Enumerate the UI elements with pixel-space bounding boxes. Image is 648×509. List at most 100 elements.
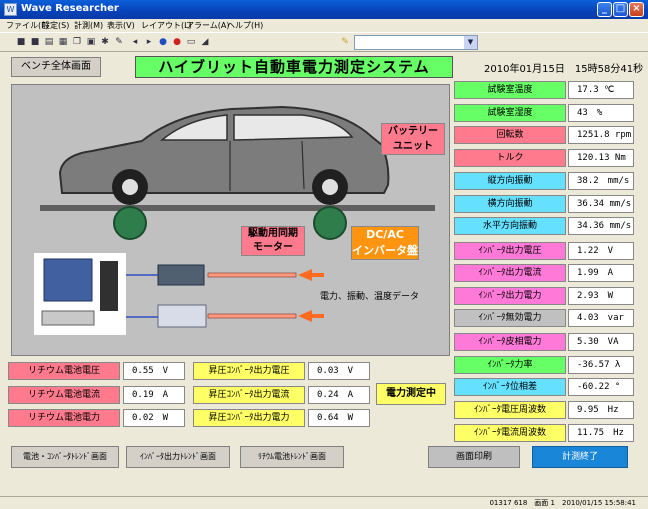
close-button[interactable]: × (629, 2, 644, 17)
converter-value: 0.64 W (308, 409, 370, 427)
data-line (207, 313, 297, 319)
converter-label: 昇圧ｺﾝﾊﾞｰﾀ出力電圧 (193, 362, 305, 380)
open-icon[interactable]: ▤ (44, 37, 54, 47)
title-bar: W Wave Researcher _ □ × (0, 0, 648, 19)
readout-label: ｲﾝﾊﾞｰﾀ電流周波数 (454, 424, 566, 442)
menu-help[interactable]: ヘルプ(H) (227, 20, 263, 31)
settings-icon[interactable]: ✱ (100, 37, 110, 47)
chevron-down-icon[interactable]: ▼ (464, 36, 477, 49)
rear-roller (313, 206, 347, 240)
readout-value: 36.34 mm/s (568, 195, 634, 213)
readout-value: 17.3 ℃ (568, 81, 634, 99)
converter-label: 昇圧ｺﾝﾊﾞｰﾀ出力電流 (193, 386, 305, 404)
battery-value: 0.02 W (123, 409, 185, 427)
readout-label: ｲﾝﾊﾞｰﾀ出力電力 (454, 287, 566, 305)
menu-measure[interactable]: 計測(M) (74, 20, 103, 31)
arrow-left-icon (298, 310, 324, 322)
readout-label: トルク (454, 149, 566, 167)
arrow-left-icon (298, 269, 324, 281)
pen-icon[interactable]: ✎ (340, 37, 350, 47)
copy-icon[interactable]: ❐ (72, 37, 82, 47)
inverter-panel-label-line1: DC/AC (366, 228, 404, 241)
readout-label: 水平方向振動 (454, 217, 566, 235)
pc-keyboard (41, 310, 95, 326)
battery-value: 0.19 A (123, 386, 185, 404)
data-description: 電力、振動、温度データ (320, 289, 420, 302)
data-line (207, 272, 297, 278)
readout-label: ｲﾝﾊﾞｰﾀ無効電力 (454, 309, 566, 327)
stop-icon[interactable]: ■ (30, 37, 40, 47)
readout-value: 11.75 Hz (568, 424, 634, 442)
front-wheel-hub (122, 179, 138, 195)
print-screen-button[interactable]: 画面印刷 (428, 446, 520, 468)
record-icon[interactable]: ● (172, 37, 182, 47)
converter-label: 昇圧ｺﾝﾊﾞｰﾀ出力電力 (193, 409, 305, 427)
inverter-panel-label: DC/AC インバータ盤 (351, 226, 419, 260)
window-title: Wave Researcher (21, 3, 119, 14)
readout-value: -60.22 ° (568, 378, 634, 396)
measuring-status: 電力測定中 (376, 383, 446, 405)
readout-value: 38.2 mm/s (568, 172, 634, 190)
edit-icon[interactable]: ✎ (114, 37, 124, 47)
battery-label: リチウム電池電圧 (8, 362, 120, 380)
battery-unit-label-line1: バッテリー (388, 126, 438, 137)
maximize-button[interactable]: □ (613, 2, 628, 17)
readout-value: 2.93 W (568, 287, 634, 305)
chart-icon[interactable]: ◢ (200, 37, 210, 47)
readout-label: ｲﾝﾊﾞｰﾀ力率 (454, 356, 566, 374)
forward-icon[interactable]: ▸ (144, 37, 154, 47)
converter-value: 0.24 A (308, 386, 370, 404)
battery-label: リチウム電池電力 (8, 409, 120, 427)
converter-value: 0.03 V (308, 362, 370, 380)
main-panel: ベンチ全体画面 ハイブリット自動車電力測定システム 2010年01月15日 15… (0, 52, 648, 496)
menu-view[interactable]: 表示(V) (107, 20, 135, 31)
readout-label: 試験室温度 (454, 81, 566, 99)
datetime-display: 2010年01月15日 15時58分41秒 (484, 64, 644, 75)
status-bar: 01317 618 画面 1 2010/01/15 15:58:41 (0, 496, 648, 509)
paste-icon[interactable]: ▣ (86, 37, 96, 47)
readout-label: ｲﾝﾊﾞｰﾀ出力電圧 (454, 242, 566, 260)
back-icon[interactable]: ◂ (130, 37, 140, 47)
drive-motor-label: 駆動用同期 モーター (241, 226, 305, 256)
system-title: ハイブリット自動車電力測定システム (135, 56, 453, 78)
readout-value: 5.30 VA (568, 333, 634, 351)
zoom-icon[interactable]: ● (158, 37, 168, 47)
status-text: 01317 618 画面 1 2010/01/15 15:58:41 (489, 499, 636, 507)
bench-overview-button[interactable]: ベンチ全体画面 (11, 57, 101, 77)
menu-layout[interactable]: レイアウト(L) (141, 20, 192, 31)
readout-value: 4.03 var (568, 309, 634, 327)
inverter-panel-label-line2: インバータ盤 (352, 244, 418, 257)
drive-motor-label-line2: モーター (253, 242, 293, 253)
readout-label: ｲﾝﾊﾞｰﾀ電圧周波数 (454, 401, 566, 419)
print-icon[interactable]: ▦ (58, 37, 68, 47)
drive-motor-label-line1: 駆動用同期 (248, 228, 298, 239)
test-bench-rail (40, 205, 435, 211)
power-analyzer (157, 304, 207, 328)
stop-icon[interactable]: ■ (16, 37, 26, 47)
inverter-trend-button[interactable]: ｲﾝﾊﾞｰﾀ出力ﾄﾚﾝﾄﾞ画面 (126, 446, 230, 468)
front-roller (113, 206, 147, 240)
readout-value: 120.13 Nm (568, 149, 634, 167)
data-logger (157, 264, 205, 286)
pc-tower (100, 261, 118, 311)
readout-label: ｲﾝﾊﾞｰﾀ皮相電力 (454, 333, 566, 351)
battery-converter-trend-button[interactable]: 電池・ｺﾝﾊﾞｰﾀﾄﾚﾝﾄﾞ画面 (11, 446, 119, 468)
lithium-trend-button[interactable]: ﾘﾁｳﾑ電池ﾄﾚﾝﾄﾞ画面 (240, 446, 344, 468)
minimize-button[interactable]: _ (597, 2, 612, 17)
app-icon: W (4, 3, 17, 16)
readout-value: 1.99 A (568, 264, 634, 282)
readout-value: 34.36 mm/s (568, 217, 634, 235)
menu-alarm[interactable]: アラーム(A) (186, 20, 229, 31)
rear-wheel-hub (322, 179, 338, 195)
menu-bar: ファイル(F) 設定(S) 計測(M) 表示(V) レイアウト(L) アラーム(… (0, 19, 648, 32)
vehicle-diagram: バッテリー ユニット 駆動用同期 モーター DC/AC インバータ盤 電力、振動… (11, 84, 450, 356)
battery-value: 0.55 V (123, 362, 185, 380)
readout-label: ｲﾝﾊﾞｰﾀ位相差 (454, 378, 566, 396)
battery-unit-label: バッテリー ユニット (381, 123, 445, 155)
menu-settings[interactable]: 設定(S) (42, 20, 69, 31)
battery-unit-label-line2: ユニット (393, 141, 433, 152)
end-measurement-button[interactable]: 計測終了 (532, 446, 628, 468)
window-icon[interactable]: ▭ (186, 37, 196, 47)
readout-value: 43 % (568, 104, 634, 122)
toolbar-combo[interactable]: ▼ (354, 35, 478, 50)
